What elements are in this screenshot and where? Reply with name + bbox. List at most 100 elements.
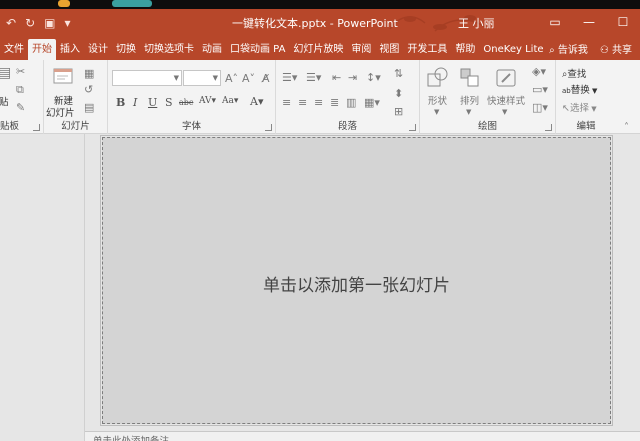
replace-icon: ab	[562, 87, 571, 95]
format-painter-icon[interactable]: ✎	[16, 102, 25, 113]
paste-icon[interactable]: ▤	[0, 66, 11, 80]
tab-developer[interactable]: 开发工具	[403, 39, 451, 60]
arrange-label[interactable]: 排列	[460, 93, 479, 107]
select-button[interactable]: ↖选择 ▼	[562, 100, 597, 114]
minimize-icon[interactable]: —	[572, 9, 606, 37]
increase-indent-icon[interactable]: ⇥	[348, 72, 357, 83]
quick-styles-icon[interactable]	[494, 66, 518, 90]
notes-pane[interactable]: 单击此处添加备注	[85, 431, 640, 441]
shadow-icon[interactable]: S	[165, 96, 173, 109]
tab-home[interactable]: 开始	[28, 39, 56, 60]
tab-pocket-animation[interactable]: 口袋动画 PA	[226, 39, 289, 60]
find-button[interactable]: ⌕查找	[562, 66, 586, 80]
vertical-scrollbar[interactable]	[618, 134, 628, 431]
italic-icon[interactable]: I	[133, 96, 137, 109]
tab-animations[interactable]: 动画	[198, 39, 226, 60]
tell-me-box[interactable]: ⌕ 告诉我	[549, 41, 588, 56]
align-text-icon[interactable]: ⬍	[394, 88, 403, 99]
shape-outline-icon[interactable]: ▭▾	[532, 84, 548, 95]
tab-view[interactable]: 视图	[375, 39, 403, 60]
font-launcher-icon[interactable]	[265, 124, 272, 131]
font-size-dropdown[interactable]: ▼	[183, 70, 221, 86]
redo-icon[interactable]: ↻	[25, 16, 35, 30]
slide-placeholder[interactable]: 单击以添加第一张幻灯片	[103, 271, 610, 296]
shapes-label[interactable]: 形状	[428, 93, 447, 107]
clipboard-launcher-icon[interactable]	[33, 124, 40, 131]
title-bar: ↶ ↻ ▣ ▾ 一键转化文本.pptx - PowerPoint 王 小丽 ▭ …	[0, 9, 640, 37]
strikethrough-icon[interactable]: abc	[179, 98, 193, 107]
distribute-icon[interactable]: ▥	[346, 97, 356, 108]
notes-placeholder[interactable]: 单击此处添加备注	[93, 433, 169, 441]
reset-icon[interactable]: ↺	[84, 84, 93, 95]
ribbon-tabs: 文件 开始 插入 设计 切换 切换选项卡 动画 口袋动画 PA 幻灯片放映 审阅…	[0, 37, 640, 60]
shapes-icon[interactable]	[426, 66, 450, 90]
paste-label[interactable]: 贴	[0, 94, 9, 108]
save-icon[interactable]: ▣	[44, 16, 55, 30]
spacing-icon[interactable]: AV▾	[199, 96, 216, 106]
undo-icon[interactable]: ↶	[6, 16, 16, 30]
layout-icon[interactable]: ▦	[84, 68, 94, 79]
cut-icon[interactable]: ✂	[16, 66, 25, 77]
copy-icon[interactable]: ⧉	[16, 84, 24, 95]
group-paragraph: ☰▾ ☰▾ ⇤ ⇥ ↕▾ ⇅ ≡ ≡ ≡ ≣ ▥ ▦▾ ⬍ ⊞ 段落	[276, 60, 420, 134]
shrink-font-icon[interactable]: A˅	[242, 73, 255, 84]
decrease-indent-icon[interactable]: ⇤	[332, 72, 341, 83]
font-color-icon[interactable]: A▾	[250, 95, 263, 108]
align-left-icon[interactable]: ≡	[282, 97, 291, 108]
tab-insert[interactable]: 插入	[56, 39, 84, 60]
chevron-down-icon: ▼	[466, 108, 472, 116]
collapse-ribbon-icon[interactable]: ˄	[624, 122, 629, 133]
slide-thumbnail-pane[interactable]	[0, 134, 85, 441]
top-strip	[0, 0, 640, 9]
window-controls: ▭ — ☐	[538, 9, 640, 37]
search-icon: ⌕	[549, 45, 558, 56]
customize-icon[interactable]: ▾	[64, 16, 70, 30]
shape-effects-icon[interactable]: ◫▾	[532, 102, 548, 113]
line-spacing-icon[interactable]: ↕▾	[366, 72, 381, 83]
taskbar-app-icon[interactable]	[58, 0, 70, 7]
clear-format-icon[interactable]: A̸	[262, 73, 270, 84]
tab-slideshow[interactable]: 幻灯片放映	[289, 39, 347, 60]
chevron-down-icon: ▼	[212, 74, 218, 82]
section-icon[interactable]: ▤	[84, 102, 94, 113]
new-slide-icon[interactable]	[52, 66, 74, 86]
font-name-dropdown[interactable]: ▼	[112, 70, 182, 86]
user-name[interactable]: 王 小丽	[458, 15, 495, 31]
tab-onekey-lite[interactable]: OneKey Lite	[479, 39, 547, 60]
new-slide-label-2[interactable]: 幻灯片	[46, 105, 75, 119]
tab-design[interactable]: 设计	[84, 39, 112, 60]
group-slides: 新建 幻灯片 ▦ ↺ ▤ 幻灯片	[44, 60, 108, 134]
numbering-icon[interactable]: ☰▾	[306, 72, 321, 83]
justify-icon[interactable]: ≣	[330, 97, 339, 108]
columns-icon[interactable]: ▦▾	[364, 97, 380, 108]
share-button[interactable]: ⚇ 共享	[600, 41, 632, 56]
tab-transition-options[interactable]: 切换选项卡	[140, 39, 198, 60]
slide-canvas[interactable]: 单击以添加第一张幻灯片	[100, 135, 613, 426]
tab-help[interactable]: 帮助	[451, 39, 479, 60]
share-label: 共享	[612, 45, 632, 56]
paragraph-launcher-icon[interactable]	[409, 124, 416, 131]
tab-review[interactable]: 审阅	[347, 39, 375, 60]
taskbar-app-icon[interactable]	[112, 0, 152, 7]
group-clipboard: ▤ 贴 ✂ ⧉ ✎ 贴板	[0, 60, 44, 134]
underline-icon[interactable]: U	[148, 96, 157, 109]
replace-button[interactable]: ab替换 ▼	[562, 82, 597, 96]
align-right-icon[interactable]: ≡	[314, 97, 323, 108]
tab-file[interactable]: 文件	[0, 39, 28, 60]
group-label-drawing: 绘图	[477, 121, 497, 132]
change-case-icon[interactable]: Aa▾	[222, 96, 238, 106]
align-center-icon[interactable]: ≡	[298, 97, 307, 108]
quick-styles-label[interactable]: 快速样式	[487, 93, 525, 107]
maximize-icon[interactable]: ☐	[606, 9, 640, 37]
bold-icon[interactable]: B	[116, 96, 125, 109]
shape-fill-icon[interactable]: ◈▾	[532, 66, 546, 77]
arrange-icon[interactable]	[458, 66, 482, 90]
grow-font-icon[interactable]: A˄	[225, 73, 238, 84]
text-direction-icon[interactable]: ⇅	[394, 68, 403, 79]
window-title: 一键转化文本.pptx - PowerPoint	[232, 17, 398, 30]
ribbon-display-icon[interactable]: ▭	[538, 9, 572, 37]
bullets-icon[interactable]: ☰▾	[282, 72, 297, 83]
tab-transitions[interactable]: 切换	[112, 39, 140, 60]
drawing-launcher-icon[interactable]	[545, 124, 552, 131]
smartart-icon[interactable]: ⊞	[394, 106, 403, 117]
